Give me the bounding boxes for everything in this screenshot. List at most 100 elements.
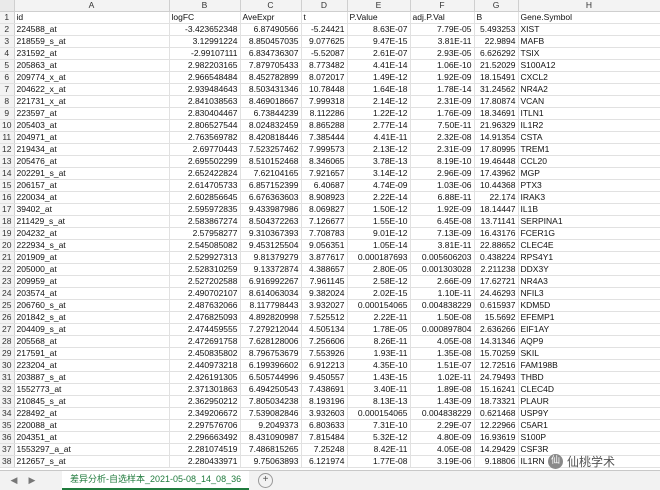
cell-e[interactable]: 4.35E-10 [347, 359, 411, 372]
cell-e[interactable]: 4.41E-11 [347, 131, 411, 144]
row-number[interactable]: 11 [0, 131, 15, 144]
cell-d[interactable]: 4.388657 [301, 263, 348, 276]
cell-e[interactable]: P.Value [347, 11, 411, 24]
cell-a[interactable]: 204351_at [14, 431, 170, 444]
cell-c[interactable]: 7.879705433 [240, 59, 302, 72]
cell-e[interactable]: 2.22E-11 [347, 311, 411, 324]
cell-g[interactable]: 12.72516 [474, 359, 519, 372]
cell-b[interactable]: 2.602856645 [169, 191, 241, 204]
cell-e[interactable]: 8.26E-11 [347, 335, 411, 348]
cell-d[interactable]: 8.908923 [301, 191, 348, 204]
cell-g[interactable]: 0.438224 [474, 251, 519, 264]
cell-e[interactable]: 3.14E-12 [347, 167, 411, 180]
cell-f[interactable]: 2.66E-09 [410, 275, 475, 288]
cell-b[interactable]: 2.806527544 [169, 119, 241, 132]
cell-g[interactable]: 14.31346 [474, 335, 519, 348]
cell-d[interactable]: -5.52087 [301, 47, 348, 60]
cell-b[interactable]: 2.474459555 [169, 323, 241, 336]
cell-h[interactable]: IL1B [518, 203, 660, 216]
cell-f[interactable]: 1.51E-07 [410, 359, 475, 372]
cell-a[interactable]: 220088_at [14, 419, 170, 432]
cell-f[interactable]: 8.19E-10 [410, 155, 475, 168]
cell-h[interactable]: NR4A3 [518, 275, 660, 288]
row-number[interactable]: 15 [0, 179, 15, 192]
cell-f[interactable]: 1.92E-09 [410, 203, 475, 216]
cell-a[interactable]: 203887_s_at [14, 371, 170, 384]
cell-d[interactable]: 7.999573 [301, 143, 348, 156]
cell-g[interactable]: 17.62721 [474, 275, 519, 288]
cell-e[interactable]: 1.77E-08 [347, 455, 411, 468]
cell-a[interactable]: 223204_at [14, 359, 170, 372]
cell-e[interactable]: 1.78E-05 [347, 323, 411, 336]
cell-d[interactable]: 8.346065 [301, 155, 348, 168]
cell-g[interactable]: B [474, 11, 519, 24]
cell-h[interactable]: FCER1G [518, 227, 660, 240]
cell-e[interactable]: 2.80E-05 [347, 263, 411, 276]
cell-f[interactable]: 1.35E-08 [410, 347, 475, 360]
cell-g[interactable]: 15.5692 [474, 311, 519, 324]
cell-f[interactable]: 2.31E-09 [410, 95, 475, 108]
cell-d[interactable]: 7.438691 [301, 383, 348, 396]
cell-f[interactable]: 0.004838229 [410, 299, 475, 312]
cell-f[interactable]: 7.79E-05 [410, 23, 475, 36]
cell-d[interactable]: 6.121974 [301, 455, 348, 468]
cell-b[interactable]: 2.966548484 [169, 71, 241, 84]
cell-f[interactable]: 0.000897804 [410, 323, 475, 336]
cell-e[interactable]: 0.000154065 [347, 407, 411, 420]
cell-b[interactable]: 2.939484643 [169, 83, 241, 96]
cell-c[interactable]: 6.87490566 [240, 23, 302, 36]
cell-h[interactable]: RPS4Y1 [518, 251, 660, 264]
cell-e[interactable]: 1.05E-14 [347, 239, 411, 252]
cell-c[interactable]: 6.199396602 [240, 359, 302, 372]
cell-h[interactable]: PLAUR [518, 395, 660, 408]
cell-f[interactable]: 1.50E-08 [410, 311, 475, 324]
next-sheet-icon[interactable]: ▶ [26, 474, 38, 486]
cell-e[interactable]: 1.22E-12 [347, 107, 411, 120]
cell-f[interactable]: 6.88E-11 [410, 191, 475, 204]
cell-b[interactable]: 2.583867274 [169, 215, 241, 228]
cell-h[interactable]: CLEC4E [518, 239, 660, 252]
cell-a[interactable]: id [14, 11, 170, 24]
row-number[interactable]: 31 [0, 371, 15, 384]
cell-c[interactable]: 9.453125504 [240, 239, 302, 252]
cell-e[interactable]: 0.000154065 [347, 299, 411, 312]
cell-h[interactable]: USP9Y [518, 407, 660, 420]
cell-b[interactable]: 3.12991224 [169, 35, 241, 48]
cell-g[interactable]: 18.34691 [474, 107, 519, 120]
select-all-corner[interactable] [0, 0, 15, 12]
cell-h[interactable]: VCAN [518, 95, 660, 108]
cell-h[interactable]: Gene.Symbol [518, 11, 660, 24]
cell-b[interactable]: 2.426191305 [169, 371, 241, 384]
row-number[interactable]: 22 [0, 263, 15, 276]
cell-f[interactable]: 1.76E-09 [410, 107, 475, 120]
column-header-g[interactable]: G [474, 0, 519, 12]
cell-h[interactable]: NR4A2 [518, 83, 660, 96]
row-number[interactable]: 29 [0, 347, 15, 360]
cell-d[interactable]: 8.069827 [301, 203, 348, 216]
cell-f[interactable]: 1.03E-06 [410, 179, 475, 192]
cell-b[interactable]: 2.763569782 [169, 131, 241, 144]
cell-g[interactable]: 22.174 [474, 191, 519, 204]
cell-b[interactable]: 2.487632066 [169, 299, 241, 312]
cell-c[interactable]: 8.431090987 [240, 431, 302, 444]
cell-g[interactable]: 18.15491 [474, 71, 519, 84]
cell-b[interactable]: 2.362950212 [169, 395, 241, 408]
cell-f[interactable]: 0.004838229 [410, 407, 475, 420]
cell-h[interactable]: TSIX [518, 47, 660, 60]
row-number[interactable]: 1 [0, 11, 15, 24]
cell-f[interactable]: 1.06E-10 [410, 59, 475, 72]
cell-b[interactable]: 2.440973218 [169, 359, 241, 372]
row-number[interactable]: 21 [0, 251, 15, 264]
cell-c[interactable]: 7.805034238 [240, 395, 302, 408]
cell-g[interactable]: 31.24562 [474, 83, 519, 96]
cell-c[interactable]: 6.494250543 [240, 383, 302, 396]
row-number[interactable]: 38 [0, 455, 15, 468]
cell-g[interactable]: 14.29429 [474, 443, 519, 456]
row-number[interactable]: 14 [0, 167, 15, 180]
row-number[interactable]: 12 [0, 143, 15, 156]
row-number[interactable]: 19 [0, 227, 15, 240]
cell-d[interactable]: 6.40687 [301, 179, 348, 192]
cell-a[interactable]: 205000_at [14, 263, 170, 276]
cell-e[interactable]: 2.02E-15 [347, 287, 411, 300]
row-number[interactable]: 33 [0, 395, 15, 408]
